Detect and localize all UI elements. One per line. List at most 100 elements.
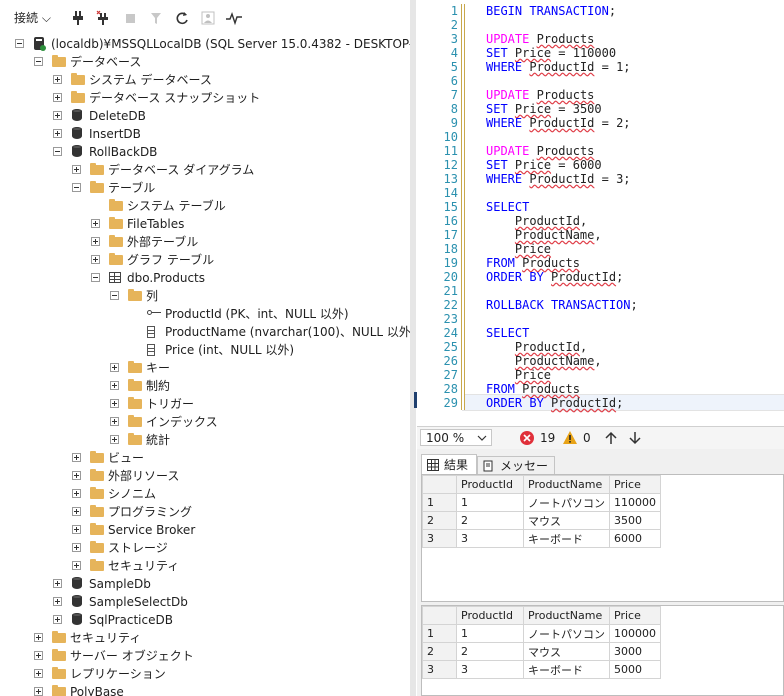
row-number[interactable]: 2 xyxy=(422,642,457,661)
expand-icon[interactable] xyxy=(53,129,62,138)
expand-icon[interactable] xyxy=(34,669,43,678)
grid-cell[interactable]: ノートパソコン xyxy=(523,624,610,643)
result-grid-1[interactable]: ProductId ProductName Price 1 1 ノートパソコン 110000… xyxy=(421,474,784,602)
code-line[interactable]: ProductName, xyxy=(486,228,602,242)
grid-corner[interactable] xyxy=(422,475,457,494)
expand-icon[interactable] xyxy=(53,615,62,624)
grid-cell[interactable]: 3500 xyxy=(609,511,661,530)
collapse-icon[interactable] xyxy=(91,273,100,282)
grid-cell[interactable]: キーボード xyxy=(523,660,610,679)
code-line[interactable]: ProductId, xyxy=(486,214,587,228)
collapse-icon[interactable] xyxy=(53,147,62,156)
code-line[interactable]: WHERE ProductId = 2; xyxy=(486,116,631,130)
grid-cell[interactable]: 5000 xyxy=(609,660,661,679)
table-row[interactable]: 3 3 キーボード 5000 xyxy=(422,660,661,679)
row-number[interactable]: 3 xyxy=(422,660,457,679)
expand-icon[interactable] xyxy=(110,399,119,408)
grid-column-header[interactable]: ProductName xyxy=(523,475,610,494)
grid-cell[interactable]: 3 xyxy=(456,660,524,679)
grid-column-header[interactable]: ProductId xyxy=(456,606,524,625)
result-grid-2[interactable]: ProductId ProductName Price 1 1 ノートパソコン 100000… xyxy=(421,605,784,696)
expand-icon[interactable] xyxy=(53,111,62,120)
expand-icon[interactable] xyxy=(34,651,43,660)
error-icon[interactable] xyxy=(520,431,534,445)
collapse-icon[interactable] xyxy=(72,183,81,192)
expand-icon[interactable] xyxy=(110,381,119,390)
grid-column-header[interactable]: Price xyxy=(609,475,661,494)
grid-column-header[interactable]: ProductId xyxy=(456,475,524,494)
expand-icon[interactable] xyxy=(72,525,81,534)
refresh-icon[interactable] xyxy=(175,10,189,26)
expand-icon[interactable] xyxy=(53,75,62,84)
tab-results[interactable]: 結果 xyxy=(421,454,477,474)
code-line[interactable]: ORDER BY ProductId; xyxy=(486,270,623,284)
activity-monitor-icon[interactable] xyxy=(201,10,215,26)
code-line[interactable]: FROM Products xyxy=(486,382,580,396)
grid-cell[interactable]: キーボード xyxy=(523,529,610,548)
expand-icon[interactable] xyxy=(72,489,81,498)
code-line[interactable]: SELECT xyxy=(486,200,529,214)
code-line[interactable]: ORDER BY ProductId; xyxy=(486,396,623,410)
code-line[interactable]: SET Price = 110000 xyxy=(486,46,616,60)
expand-icon[interactable] xyxy=(72,453,81,462)
code-line[interactable]: UPDATE Products xyxy=(486,88,594,102)
expand-icon[interactable] xyxy=(110,435,119,444)
expand-icon[interactable] xyxy=(72,471,81,480)
code-line[interactable]: FROM Products xyxy=(486,256,580,270)
expand-icon[interactable] xyxy=(53,93,62,102)
row-number[interactable]: 2 xyxy=(422,511,457,530)
code-line[interactable]: SET Price = 6000 xyxy=(486,158,602,172)
grid-cell[interactable]: 100000 xyxy=(609,624,661,643)
grid-cell[interactable]: ノートパソコン xyxy=(523,493,610,512)
table-row[interactable]: 1 1 ノートパソコン 100000 xyxy=(422,624,661,643)
code-line[interactable]: SET Price = 3500 xyxy=(486,102,602,116)
grid-cell[interactable]: 3000 xyxy=(609,642,661,661)
expand-icon[interactable] xyxy=(53,579,62,588)
warning-icon[interactable] xyxy=(562,430,578,445)
code-line[interactable]: Price xyxy=(486,368,551,382)
expand-icon[interactable] xyxy=(91,237,100,246)
collapse-icon[interactable] xyxy=(110,291,119,300)
pulse-icon[interactable] xyxy=(226,10,242,26)
grid-cell[interactable]: 110000 xyxy=(609,493,661,512)
grid-cell[interactable]: 6000 xyxy=(609,529,661,548)
expand-icon[interactable] xyxy=(34,687,43,696)
grid-cell[interactable]: 2 xyxy=(456,642,524,661)
grid-corner[interactable] xyxy=(422,606,457,625)
arrow-down-icon[interactable] xyxy=(629,431,641,445)
code-line[interactable]: UPDATE Products xyxy=(486,144,594,158)
tab-messages[interactable]: メッセージ xyxy=(477,456,555,491)
filter-icon[interactable] xyxy=(150,10,162,26)
connect-plug-icon[interactable] xyxy=(72,10,84,26)
code-line[interactable]: ProductName, xyxy=(486,354,602,368)
code-line[interactable]: WHERE ProductId = 3; xyxy=(486,172,631,186)
table-row[interactable]: 1 1 ノートパソコン 110000 xyxy=(422,493,661,512)
code-line[interactable]: ROLLBACK TRANSACTION; xyxy=(486,298,638,312)
expand-icon[interactable] xyxy=(110,417,119,426)
row-number[interactable]: 3 xyxy=(422,529,457,548)
grid-cell[interactable]: 1 xyxy=(456,624,524,643)
expand-icon[interactable] xyxy=(53,597,62,606)
result-table-1[interactable]: ProductId ProductName Price 1 1 ノートパソコン 110000… xyxy=(422,475,661,548)
row-number[interactable]: 1 xyxy=(422,493,457,512)
disconnect-icon[interactable] xyxy=(96,10,110,26)
grid-cell[interactable]: マウス xyxy=(523,511,610,530)
expand-icon[interactable] xyxy=(91,219,100,228)
grid-cell[interactable]: 2 xyxy=(456,511,524,530)
zoom-select[interactable]: 100 % xyxy=(420,429,492,446)
table-row[interactable]: 2 2 マウス 3500 xyxy=(422,511,661,530)
grid-cell[interactable]: 3 xyxy=(456,529,524,548)
grid-cell[interactable]: 1 xyxy=(456,493,524,512)
code-line[interactable]: UPDATE Products xyxy=(486,32,594,46)
connect-button[interactable]: 接続 ⌵ xyxy=(14,10,51,26)
stop-icon[interactable] xyxy=(124,10,136,26)
arrow-up-icon[interactable] xyxy=(605,431,617,445)
expand-icon[interactable] xyxy=(110,363,119,372)
result-table-2[interactable]: ProductId ProductName Price 1 1 ノートパソコン 100000… xyxy=(422,606,661,679)
expand-icon[interactable] xyxy=(34,633,43,642)
expand-icon[interactable] xyxy=(91,255,100,264)
code-line[interactable]: ProductId, xyxy=(486,340,587,354)
collapse-icon[interactable] xyxy=(15,39,24,48)
grid-cell[interactable]: マウス xyxy=(523,642,610,661)
grid-column-header[interactable]: Price xyxy=(609,606,661,625)
